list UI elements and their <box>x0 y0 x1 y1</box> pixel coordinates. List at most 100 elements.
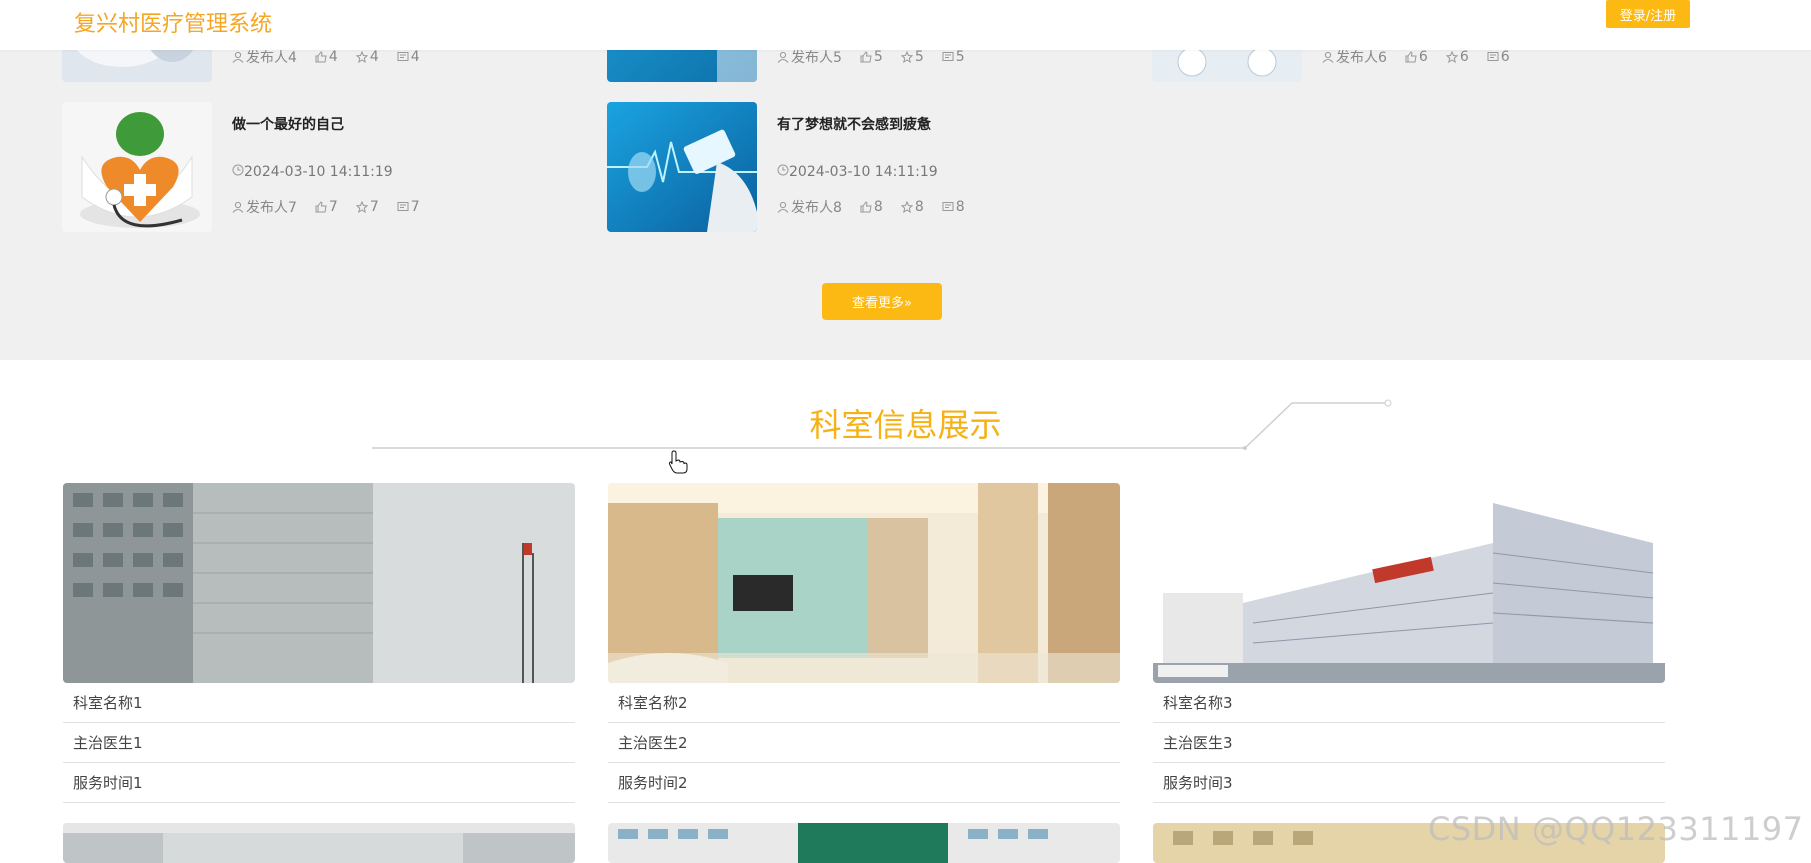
news-thumbnail[interactable] <box>607 102 757 232</box>
department-card[interactable]: 科室名称1 主治医生1 服务时间1 <box>63 483 575 803</box>
department-card[interactable]: 科室名称3 主治医生3 服务时间3 <box>1153 483 1665 803</box>
thumbs-up-icon <box>315 51 327 63</box>
login-register-button[interactable]: 登录/注册 <box>1606 0 1690 28</box>
comment-value: 8 <box>955 199 965 215</box>
department-hours: 服务时间3 <box>1153 763 1665 803</box>
favorite-count[interactable]: 5 <box>900 47 924 67</box>
department-card[interactable]: 科室名称2 主治医生2 服务时间2 <box>608 483 1120 803</box>
department-image[interactable] <box>608 483 1120 683</box>
news-title[interactable]: 有了梦想就不会感到疲惫 <box>777 114 931 134</box>
like-value: 4 <box>328 49 338 65</box>
publisher-name: 发布人6 <box>1336 50 1387 66</box>
favorite-value: 8 <box>914 199 924 215</box>
star-icon <box>355 51 368 63</box>
comment-icon <box>397 52 409 61</box>
department-name: 科室名称1 <box>63 683 575 723</box>
comment-value: 4 <box>410 49 420 65</box>
favorite-value: 5 <box>914 49 924 65</box>
news-item[interactable]: 有了梦想就不会感到疲惫 2024-03-10 14:11:19 发布人8 8 8… <box>607 102 1127 232</box>
like-value: 8 <box>873 199 883 215</box>
thumbs-up-icon <box>315 201 327 213</box>
star-icon <box>355 201 368 213</box>
comment-count[interactable]: 5 <box>942 47 965 67</box>
publisher: 发布人6 <box>1322 47 1387 67</box>
publisher-name: 发布人7 <box>246 200 297 216</box>
comment-count[interactable]: 7 <box>397 197 420 217</box>
department-image[interactable] <box>63 823 575 863</box>
thumbs-up-icon <box>860 51 872 63</box>
department-doctor: 主治医生1 <box>63 723 575 763</box>
news-meta: 发布人7 7 7 7 <box>232 197 420 217</box>
news-title[interactable]: 做一个最好的自己 <box>232 114 344 134</box>
department-name: 科室名称2 <box>608 683 1120 723</box>
department-hours: 服务时间1 <box>63 763 575 803</box>
like-value: 6 <box>1418 49 1428 65</box>
star-icon <box>900 201 913 213</box>
publisher-name: 发布人8 <box>791 200 842 216</box>
department-doctor: 主治医生2 <box>608 723 1120 763</box>
news-meta: 发布人4 4 4 4 <box>232 47 420 67</box>
comment-count[interactable]: 4 <box>397 47 420 67</box>
publisher: 发布人4 <box>232 47 297 67</box>
like-count[interactable]: 6 <box>1405 47 1428 67</box>
comment-count[interactable]: 8 <box>942 197 965 217</box>
top-header: 复兴村医疗管理系统 登录/注册 <box>0 0 1811 50</box>
comment-icon <box>942 202 954 211</box>
favorite-count[interactable]: 4 <box>355 47 379 67</box>
site-title[interactable]: 复兴村医疗管理系统 <box>74 6 272 38</box>
section-title: 科室信息展示 <box>809 406 1002 444</box>
comment-icon <box>1487 52 1499 61</box>
department-image[interactable] <box>608 823 1120 863</box>
department-name: 科室名称3 <box>1153 683 1665 723</box>
like-count[interactable]: 4 <box>315 47 338 67</box>
clock-icon <box>777 164 789 176</box>
favorite-count[interactable]: 8 <box>900 197 924 217</box>
thumbs-up-icon <box>1405 51 1417 63</box>
department-card[interactable] <box>63 823 575 863</box>
department-image[interactable] <box>63 483 575 683</box>
favorite-value: 4 <box>369 49 379 65</box>
view-more-button[interactable]: 查看更多» <box>822 283 942 320</box>
like-value: 7 <box>328 199 338 215</box>
hand-cursor-icon <box>668 450 688 474</box>
news-section: 发布人4 4 4 4 发布人5 5 5 5 发布人6 6 6 6 做一个最好的自… <box>0 0 1811 360</box>
publisher-name: 发布人5 <box>791 50 842 66</box>
department-card[interactable] <box>608 823 1120 863</box>
department-image[interactable] <box>1153 483 1665 683</box>
star-icon <box>900 51 913 63</box>
time-value: 2024-03-10 14:11:19 <box>789 164 938 180</box>
comment-value: 6 <box>1500 49 1510 65</box>
publisher: 发布人5 <box>777 47 842 67</box>
favorite-count[interactable]: 7 <box>355 197 379 217</box>
publisher: 发布人8 <box>777 197 842 217</box>
favorite-count[interactable]: 6 <box>1445 47 1469 67</box>
comment-value: 5 <box>955 49 965 65</box>
watermark: CSDN @QQ123311197 <box>1428 810 1804 848</box>
favorite-value: 6 <box>1459 49 1469 65</box>
user-icon <box>777 201 789 213</box>
news-meta: 发布人8 8 8 8 <box>777 197 965 217</box>
comment-icon <box>942 52 954 61</box>
time-value: 2024-03-10 14:11:19 <box>244 164 393 180</box>
thumbs-up-icon <box>860 201 872 213</box>
publisher-name: 发布人4 <box>246 50 297 66</box>
like-count[interactable]: 5 <box>860 47 883 67</box>
user-icon <box>777 51 789 63</box>
department-doctor: 主治医生3 <box>1153 723 1665 763</box>
clock-icon <box>232 164 244 176</box>
star-icon <box>1445 51 1458 63</box>
news-time: 2024-03-10 14:11:19 <box>777 164 938 180</box>
news-time: 2024-03-10 14:11:19 <box>232 164 393 180</box>
department-hours: 服务时间2 <box>608 763 1120 803</box>
like-value: 5 <box>873 49 883 65</box>
news-thumbnail[interactable] <box>62 102 212 232</box>
comment-count[interactable]: 6 <box>1487 47 1510 67</box>
news-item[interactable]: 做一个最好的自己 2024-03-10 14:11:19 发布人7 7 7 7 <box>62 102 582 232</box>
news-meta: 发布人5 5 5 5 <box>777 47 965 67</box>
news-meta: 发布人6 6 6 6 <box>1322 47 1510 67</box>
like-count[interactable]: 8 <box>860 197 883 217</box>
like-count[interactable]: 7 <box>315 197 338 217</box>
comment-value: 7 <box>410 199 420 215</box>
favorite-value: 7 <box>369 199 379 215</box>
user-icon <box>1322 51 1334 63</box>
